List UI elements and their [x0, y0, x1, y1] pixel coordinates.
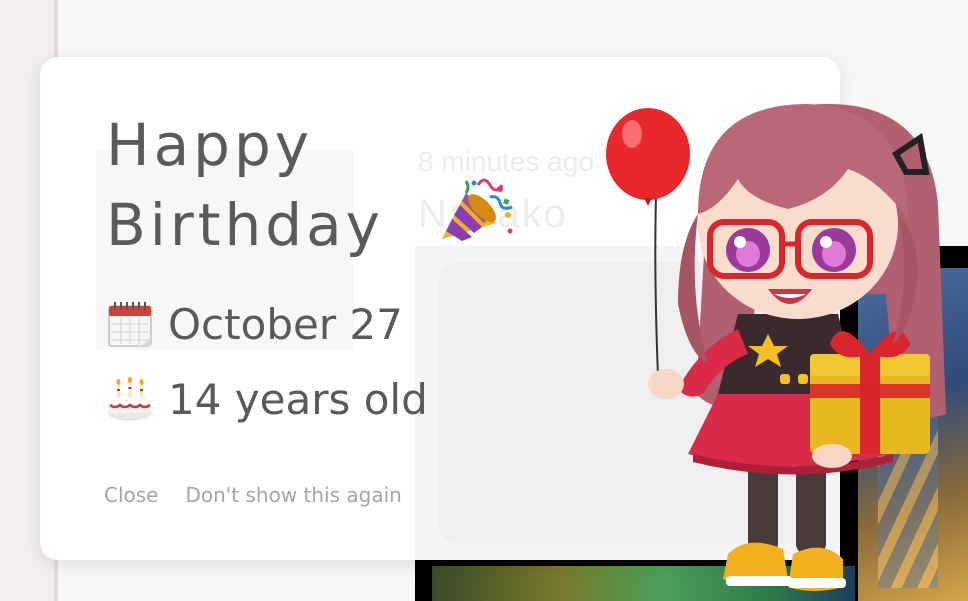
birthday-date-row: October 27: [106, 298, 403, 350]
birthday-cake-icon: [108, 377, 152, 421]
age-row: 14 years old: [106, 373, 428, 425]
close-button[interactable]: Close: [104, 483, 158, 507]
title-line-birthday: Birthday: [106, 191, 384, 259]
title-line-happy: Happy: [106, 111, 314, 179]
modal-ghost-timestamp: 8 minutes ago: [418, 146, 594, 177]
dont-show-again-button[interactable]: Don't show this again: [185, 483, 401, 507]
age-text: 14 years old: [168, 374, 428, 424]
modal-actions: Close Don't show this again: [104, 483, 402, 507]
birthday-date-text: October 27: [168, 299, 403, 349]
party-popper-icon: [442, 178, 513, 241]
birthday-character-illustration: [606, 104, 946, 591]
calendar-icon: [108, 302, 152, 347]
modal-title: Happy Birthday: [106, 105, 384, 265]
